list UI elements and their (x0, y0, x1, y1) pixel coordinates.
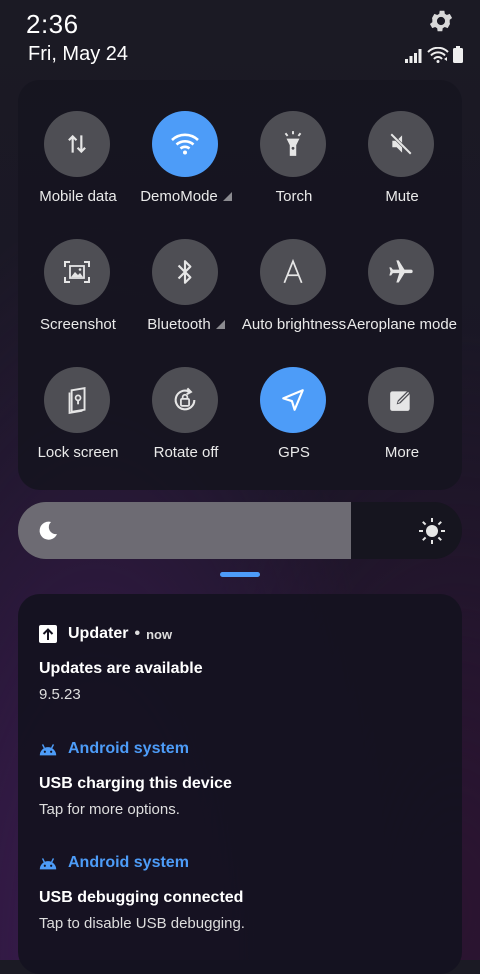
brightness-level-fill[interactable] (18, 502, 351, 559)
notification-time: now (146, 626, 173, 642)
bluetooth-icon (177, 260, 192, 284)
edit-icon (390, 390, 411, 411)
moon-icon (39, 521, 57, 540)
notification-app-name: Updater (68, 625, 129, 642)
tile-more[interactable]: More (347, 336, 457, 461)
tile-lock-screen-button[interactable] (44, 367, 110, 433)
tile-rotate[interactable]: Rotate off (131, 336, 241, 461)
tile-label: Mute (385, 188, 419, 205)
notification-header-updater[interactable]: Updater • now (38, 624, 172, 644)
clock: 2:36 (26, 9, 79, 39)
signal-icon (405, 49, 422, 63)
tile-torch[interactable]: Torch (239, 80, 349, 205)
tile-mute[interactable]: Mute (347, 80, 457, 205)
notification-header-android-system[interactable]: Android system (38, 853, 189, 873)
status-bar: 2:36 Fri, May 24 (0, 0, 480, 78)
tile-rotate-button[interactable] (152, 367, 218, 433)
wifi-status-icon (427, 47, 449, 63)
brightness-slider[interactable] (18, 502, 462, 559)
date: Fri, May 24 (28, 43, 129, 65)
system-icons (405, 43, 463, 63)
tile-label: More (384, 444, 420, 461)
tile-screenshot[interactable]: Screenshot (23, 208, 133, 333)
tile-auto-brightness[interactable]: Auto brightness (239, 208, 349, 333)
tile-auto-brightness-button[interactable] (260, 239, 326, 305)
airplane-icon (389, 260, 413, 283)
wifi-icon (171, 133, 199, 155)
notification-title[interactable]: USB debugging connected (39, 889, 243, 907)
tile-mobile-data[interactable]: Mobile data (23, 80, 133, 205)
lock-screen-icon (68, 387, 86, 414)
notification-body[interactable]: 9.5.23 (39, 686, 81, 703)
torch-icon (284, 131, 302, 156)
auto-brightness-icon (283, 259, 303, 284)
tile-gps[interactable]: GPS (239, 336, 349, 461)
tile-mute-button[interactable] (368, 111, 434, 177)
tile-screenshot-button[interactable] (44, 239, 110, 305)
android-icon (38, 739, 58, 759)
notification-body[interactable]: Tap to disable USB debugging. (39, 915, 245, 932)
separator-dot: • (134, 625, 141, 642)
notification-body[interactable]: Tap for more options. (39, 801, 180, 818)
android-icon (38, 853, 58, 873)
tile-bluetooth[interactable]: Bluetooth (131, 208, 241, 333)
tile-more-button[interactable] (368, 367, 434, 433)
tile-mobile-data-button[interactable] (44, 111, 110, 177)
notification-app-name: Android system (68, 854, 189, 871)
tile-gps-button[interactable] (260, 367, 326, 433)
settings-gear-icon[interactable] (427, 7, 455, 35)
tile-label: Aeroplane mode (346, 316, 458, 333)
update-arrow-icon (38, 624, 58, 644)
battery-icon (453, 46, 463, 63)
tile-wifi[interactable]: DemoMode (131, 80, 241, 205)
rotate-icon (174, 387, 196, 411)
tile-aeroplane-mode[interactable]: Aeroplane mode (347, 208, 457, 333)
tile-lock-screen[interactable]: Lock screen (23, 336, 133, 461)
quick-settings-panel: Mobile data DemoMode Torch Mute Screensh… (18, 80, 462, 490)
notification-card: Updater • now Updates are available 9.5.… (18, 594, 462, 974)
sun-icon (419, 518, 445, 544)
notification-header-android-system[interactable]: Android system (38, 739, 189, 759)
mobile-data-icon (68, 134, 86, 154)
tile-aeroplane-button[interactable] (368, 239, 434, 305)
mute-icon (390, 133, 412, 155)
panel-drag-handle[interactable] (220, 572, 260, 577)
gps-icon (282, 389, 304, 411)
notification-title[interactable]: USB charging this device (39, 775, 232, 793)
tile-torch-button[interactable] (260, 111, 326, 177)
tile-bluetooth-button[interactable] (152, 239, 218, 305)
notification-title[interactable]: Updates are available (39, 660, 203, 678)
screenshot-icon (64, 261, 90, 283)
tile-wifi-button[interactable] (152, 111, 218, 177)
notification-app-name: Android system (68, 740, 189, 757)
expand-indicator-icon (215, 320, 225, 329)
